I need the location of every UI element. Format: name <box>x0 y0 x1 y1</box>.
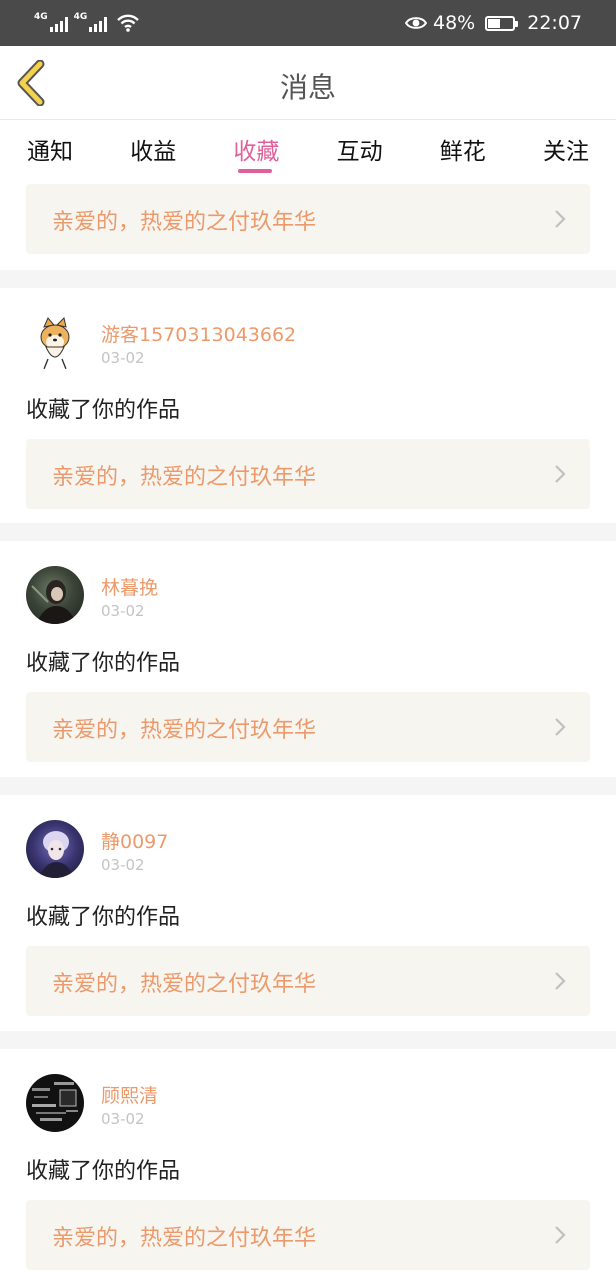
action-text: 收藏了你的作品 <box>26 905 181 930</box>
username[interactable]: 林暮挽 <box>101 573 158 600</box>
action-text: 收藏了你的作品 <box>26 1159 181 1184</box>
favorites-feed: 亲爱的，热爱的之付玖年华 游客1570313043662 03-02 收藏了你的… <box>0 179 616 1280</box>
photo-avatar <box>38 831 74 878</box>
signal-1: 4G <box>34 13 68 32</box>
avatar[interactable] <box>26 1074 84 1132</box>
signal-2: 4G <box>74 13 108 32</box>
divider <box>0 777 616 795</box>
signal-icon <box>89 16 108 32</box>
clock: 22:07 <box>527 12 582 34</box>
username[interactable]: 顾熙清 <box>101 1081 158 1108</box>
tab-label: 鲜花 <box>439 139 486 165</box>
list-item: 游客1570313043662 03-02 收藏了你的作品 亲爱的，热爱的之付玖… <box>0 288 616 523</box>
tab-label: 互动 <box>336 139 383 165</box>
network-type-label: 4G <box>34 12 48 22</box>
list-item: 亲爱的，热爱的之付玖年华 <box>0 179 616 270</box>
network-type-label: 4G <box>73 12 88 22</box>
tab-favorites[interactable]: 收藏 <box>230 121 282 179</box>
date: 03-02 <box>101 602 145 620</box>
divider <box>0 1031 616 1049</box>
list-item: 林暮挽 03-02 收藏了你的作品 亲爱的，热爱的之付玖年华 <box>0 541 616 777</box>
status-right: 48% 22:07 <box>405 10 582 36</box>
work-title: 亲爱的，热爱的之付玖年华 <box>52 210 317 235</box>
divider <box>0 523 616 541</box>
status-left: 4G 4G <box>34 12 140 32</box>
tab-follows[interactable]: 关注 <box>540 121 592 179</box>
tab-label: 关注 <box>542 139 589 165</box>
list-item: 静0097 03-02 收藏了你的作品 亲爱的，热爱的之付玖年华 <box>0 795 616 1031</box>
battery-level <box>488 18 501 28</box>
work-card[interactable]: 亲爱的，热爱的之付玖年华 <box>26 184 590 254</box>
action-text: 收藏了你的作品 <box>26 398 181 423</box>
work-card[interactable]: 亲爱的，热爱的之付玖年华 <box>26 946 590 1016</box>
eye-icon <box>405 17 427 29</box>
list-item: 顾熙清 03-02 收藏了你的作品 亲爱的，热爱的之付玖年华 <box>0 1049 616 1280</box>
work-card[interactable]: 亲爱的，热爱的之付玖年华 <box>26 1200 590 1270</box>
tab-indicator <box>238 169 273 173</box>
tab-flowers[interactable]: 鲜花 <box>437 121 489 179</box>
work-card[interactable]: 亲爱的，热爱的之付玖年华 <box>26 439 590 509</box>
chevron-right-icon <box>555 465 566 483</box>
chevron-right-icon <box>555 210 566 228</box>
divider <box>0 270 616 288</box>
chevron-right-icon <box>555 718 566 736</box>
text-art-avatar <box>32 1082 78 1121</box>
status-bar: 4G 4G 48% 22:07 <box>0 0 616 46</box>
username[interactable]: 游客1570313043662 <box>101 320 296 347</box>
shiba-dog-avatar <box>40 317 70 370</box>
page-title: 消息 <box>279 71 336 104</box>
work-title: 亲爱的，热爱的之付玖年华 <box>52 1226 317 1251</box>
work-title: 亲爱的，热爱的之付玖年华 <box>52 972 317 997</box>
date: 03-02 <box>101 1110 145 1128</box>
tab-label: 收藏 <box>233 139 280 165</box>
battery-icon <box>485 15 519 31</box>
nav-header: 消息 <box>0 46 616 120</box>
work-title: 亲爱的，热爱的之付玖年华 <box>52 718 317 743</box>
avatar[interactable] <box>26 566 84 624</box>
action-text: 收藏了你的作品 <box>26 651 181 676</box>
battery-percent: 48% <box>433 12 476 34</box>
wifi-icon <box>117 14 140 32</box>
avatar[interactable] <box>26 313 84 371</box>
chevron-right-icon <box>555 972 566 990</box>
chevron-right-icon <box>555 1226 566 1244</box>
tab-label: 通知 <box>27 139 73 165</box>
tab-earnings[interactable]: 收益 <box>127 121 179 179</box>
date: 03-02 <box>101 349 145 367</box>
tab-interactions[interactable]: 互动 <box>334 121 386 179</box>
username[interactable]: 静0097 <box>101 827 168 854</box>
date: 03-02 <box>101 856 145 874</box>
photo-avatar <box>31 580 76 624</box>
work-card[interactable]: 亲爱的，热爱的之付玖年华 <box>26 692 590 762</box>
work-title: 亲爱的，热爱的之付玖年华 <box>52 465 317 490</box>
tab-bar: 通知 收益 收藏 互动 鲜花 关注 <box>0 121 616 179</box>
signal-icon <box>49 16 68 32</box>
tab-notifications[interactable]: 通知 <box>24 121 76 179</box>
tab-label: 收益 <box>130 139 177 165</box>
avatar[interactable] <box>26 820 84 878</box>
